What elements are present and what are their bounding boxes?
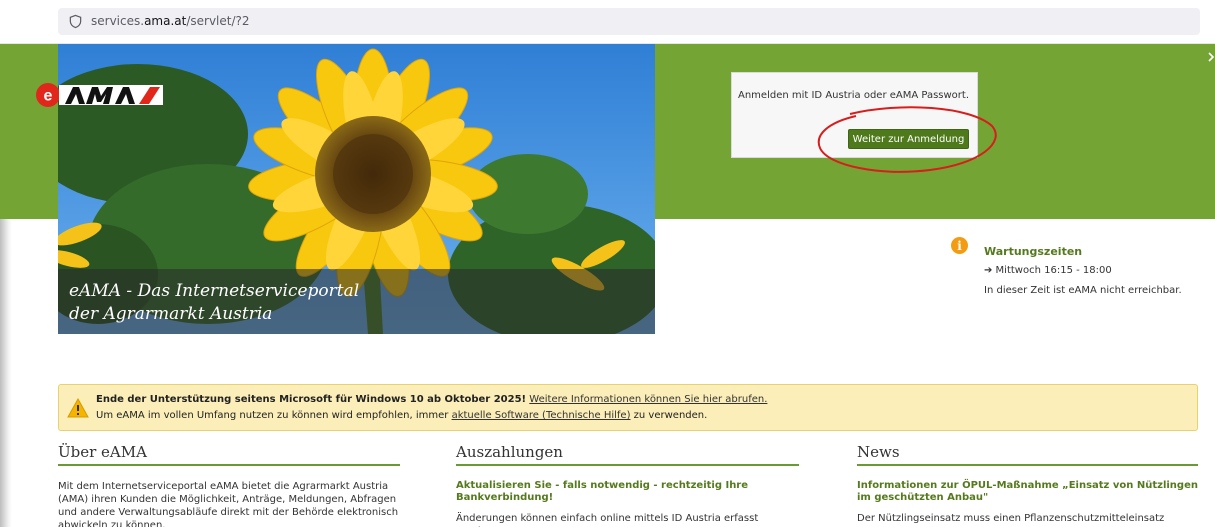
chevron-right-icon[interactable] (1208, 52, 1215, 62)
eama-logo[interactable]: e (35, 82, 165, 108)
login-box: Anmelden mit ID Austria oder eAMA Passwo… (731, 72, 978, 158)
payments-headline[interactable]: Aktualisieren Sie - falls notwendig - re… (456, 480, 799, 504)
maintenance-title: Wartungszeiten (984, 245, 1083, 258)
hero-caption-line2: der Agrarmarkt Austria (69, 304, 273, 324)
payments-body: Änderungen können einfach online mittels… (456, 513, 759, 527)
continue-login-button[interactable]: Weiter zur Anmeldung (848, 129, 969, 149)
news-title: News (857, 443, 1198, 466)
notice-line2: Um eAMA im vollen Umfang nutzen zu könne… (96, 410, 708, 421)
technical-help-link[interactable]: aktuelle Software (Technische Hilfe) (452, 410, 631, 421)
svg-text:e: e (44, 88, 53, 105)
info-icon: i (951, 237, 968, 254)
notice-info-link[interactable]: Weitere Informationen können Sie hier ab… (529, 394, 767, 405)
maintenance-note: In dieser Zeit ist eAMA nicht erreichbar… (984, 285, 1182, 296)
notice-bold-text: Ende der Unterstützung seitens Microsoft… (96, 394, 527, 405)
url-text[interactable]: services.ama.at/servlet/?2 (91, 14, 250, 28)
news-headline[interactable]: Informationen zur ÖPUL-Maßnahme „Einsatz… (857, 480, 1198, 504)
news-body: Der Nützlingseinsatz muss einen Pflanzen… (857, 513, 1165, 527)
login-info-text: Anmelden mit ID Austria oder eAMA Passwo… (738, 90, 970, 101)
page-edge-shadow (0, 219, 12, 527)
browser-toolbar: services.ama.at/servlet/?2 (0, 0, 1215, 44)
shield-icon[interactable] (68, 14, 83, 29)
about-title: Über eAMA (58, 443, 400, 466)
about-body: Mit dem Internetserviceportal eAMA biete… (58, 481, 399, 527)
hero-caption-line1: eAMA - Das Internetserviceportal (69, 281, 360, 301)
news-column: News Informationen zur ÖPUL-Maßnahme „Ei… (857, 443, 1198, 527)
about-column: Über eAMA Mit dem Internetserviceportal … (58, 443, 400, 527)
windows10-notice: Ende der Unterstützung seitens Microsoft… (58, 384, 1198, 431)
maintenance-time: ➔ Mittwoch 16:15 - 18:00 (984, 265, 1112, 276)
payments-column: Auszahlungen Aktualisieren Sie - falls n… (456, 443, 799, 527)
address-bar[interactable]: services.ama.at/servlet/?2 (58, 8, 1200, 35)
payments-title: Auszahlungen (456, 443, 799, 466)
notice-line1: Ende der Unterstützung seitens Microsoft… (96, 394, 767, 405)
hero-caption: eAMA - Das Internetserviceportal der Agr… (58, 269, 655, 334)
warning-icon (67, 398, 89, 418)
